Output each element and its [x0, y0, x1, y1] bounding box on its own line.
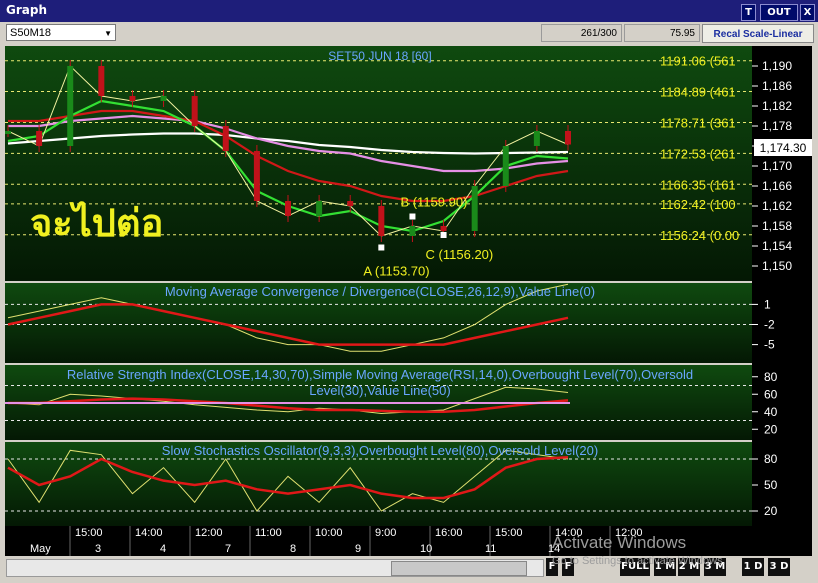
scrollbar-thumb[interactable] — [391, 561, 527, 576]
candle-body — [440, 226, 447, 231]
price-tick-label: 1,150 — [762, 259, 792, 273]
time-label: 14:00 — [135, 527, 163, 539]
time-label: 10:00 — [315, 527, 343, 539]
fib-label: 1162.42 (100 — [660, 197, 736, 212]
pin-button[interactable]: T — [741, 4, 756, 21]
candle-body — [191, 96, 198, 126]
pivot-label: A (1153.70) — [363, 264, 429, 279]
window-title: Graph — [6, 3, 47, 17]
fib-label: 1178.71 (361 — [660, 115, 736, 130]
close-button[interactable]: X — [800, 4, 815, 21]
pivot-marker — [409, 213, 416, 220]
indicator-tick-label: 60 — [764, 387, 778, 401]
activate-windows-hint: Go to Settings to activate Windows. — [552, 555, 726, 567]
candle-body — [565, 131, 571, 145]
fib-label: 1191.06 (561 — [660, 54, 736, 69]
fib-label: 1156.24 (0.00 — [660, 228, 739, 243]
activate-windows-watermark: Activate Windows — [552, 533, 687, 552]
date-label: 8 — [290, 543, 296, 555]
macd-title: Moving Average Convergence / Divergence(… — [165, 284, 595, 299]
last-price-label: 1,174.30 — [760, 141, 807, 155]
time-label: 15:00 — [75, 527, 103, 539]
price-panel-title: SET50 JUN 18 [60] — [328, 49, 431, 63]
price-tick-label: 1,186 — [762, 79, 792, 93]
indicator-tick-label: 20 — [764, 504, 778, 518]
indicator-tick-label: 40 — [764, 405, 778, 419]
candle-body — [36, 131, 43, 146]
indicator-tick-label: -5 — [764, 338, 775, 352]
pivot-label: C (1156.20) — [426, 247, 494, 262]
fib-label: 1166.35 (161 — [660, 177, 736, 192]
pivot-marker — [440, 232, 447, 238]
time-label: 12:00 — [195, 527, 223, 539]
recal-scale-button[interactable]: Recal Scale-Linear — [702, 24, 814, 43]
date-label: 3 — [95, 543, 101, 555]
chevron-down-icon[interactable]: ▼ — [104, 25, 112, 42]
date-label: 7 — [225, 543, 231, 555]
candle-body — [409, 226, 416, 236]
date-label: May — [30, 543, 51, 555]
candle-body — [285, 201, 291, 216]
price-tick-label: 1,170 — [762, 159, 792, 173]
indicator-tick-label: 50 — [764, 478, 778, 492]
time-label: 16:00 — [435, 527, 463, 539]
rsi-title-line1: Relative Strength Index(CLOSE,14,30,70),… — [67, 367, 693, 382]
1d-button[interactable]: 1 D — [742, 558, 764, 576]
candle-body — [471, 186, 478, 231]
candle-body — [129, 96, 136, 101]
toolbar: S50M18 ▼ 261/300 75.95 Recal Scale-Linea… — [0, 22, 818, 46]
price-tick-label: 1,162 — [762, 199, 792, 213]
date-label: 11 — [485, 543, 496, 555]
x-axis-bg — [5, 526, 812, 556]
price-tick-label: 1,190 — [762, 59, 792, 73]
indicator-tick-label: 80 — [764, 370, 778, 384]
symbol-value: S50M18 — [10, 27, 51, 39]
fib-label: 1184.89 (461 — [660, 85, 736, 100]
indicator-tick-label: 1 — [764, 297, 771, 311]
time-label: 15:00 — [495, 527, 523, 539]
date-label: 9 — [355, 543, 361, 555]
price-tick-label: 1,158 — [762, 219, 792, 233]
out-button[interactable]: OUT — [760, 4, 798, 21]
indicator-tick-label: -2 — [764, 318, 775, 332]
price-tick-label: 1,154 — [762, 239, 792, 253]
fib-label: 1172.53 (261 — [660, 146, 736, 161]
candle-body — [98, 66, 105, 96]
candle-body — [160, 96, 167, 101]
bar-count-field: 261/300 — [541, 24, 622, 42]
price-tick-label: 1,182 — [762, 99, 792, 113]
candle-body — [502, 146, 509, 186]
price-tick-label: 1,178 — [762, 119, 792, 133]
indicator-tick-label: 20 — [764, 422, 778, 436]
thai-overlay-text: จะไปต่อ — [30, 201, 163, 245]
pivot-marker — [378, 244, 385, 251]
candle-body — [347, 201, 354, 206]
candle-body — [316, 201, 323, 216]
y-axis-bg — [752, 46, 812, 526]
candle-body — [378, 206, 385, 236]
candle-body — [5, 131, 11, 134]
horizontal-scrollbar[interactable] — [6, 559, 544, 577]
value-field: 75.95 — [624, 24, 700, 42]
candle-body — [222, 126, 229, 151]
time-label: 9:00 — [375, 527, 396, 539]
candle-body — [253, 151, 260, 201]
date-label: 10 — [420, 543, 432, 555]
candle-body — [67, 66, 74, 146]
price-tick-label: 1,166 — [762, 179, 792, 193]
indicator-tick-label: 80 — [764, 452, 778, 466]
stoch-title: Slow Stochastics Oscillator(9,3,3),Overb… — [162, 443, 598, 458]
date-label: 4 — [160, 543, 166, 555]
3d-button[interactable]: 3 D — [768, 558, 790, 576]
pivot-label: B (1159.90) — [400, 195, 467, 210]
rsi-title-line2: Level(30),Value Line(50) — [309, 383, 450, 398]
candle-body — [533, 131, 540, 146]
time-label: 11:00 — [255, 527, 282, 539]
title-bar: Graph T OUT X — [0, 0, 818, 22]
chart-area[interactable]: A (1153.70) B (1159.90) C (1156.20) 1,190 1… — [0, 46, 818, 583]
symbol-select[interactable]: S50M18 ▼ — [6, 24, 116, 41]
